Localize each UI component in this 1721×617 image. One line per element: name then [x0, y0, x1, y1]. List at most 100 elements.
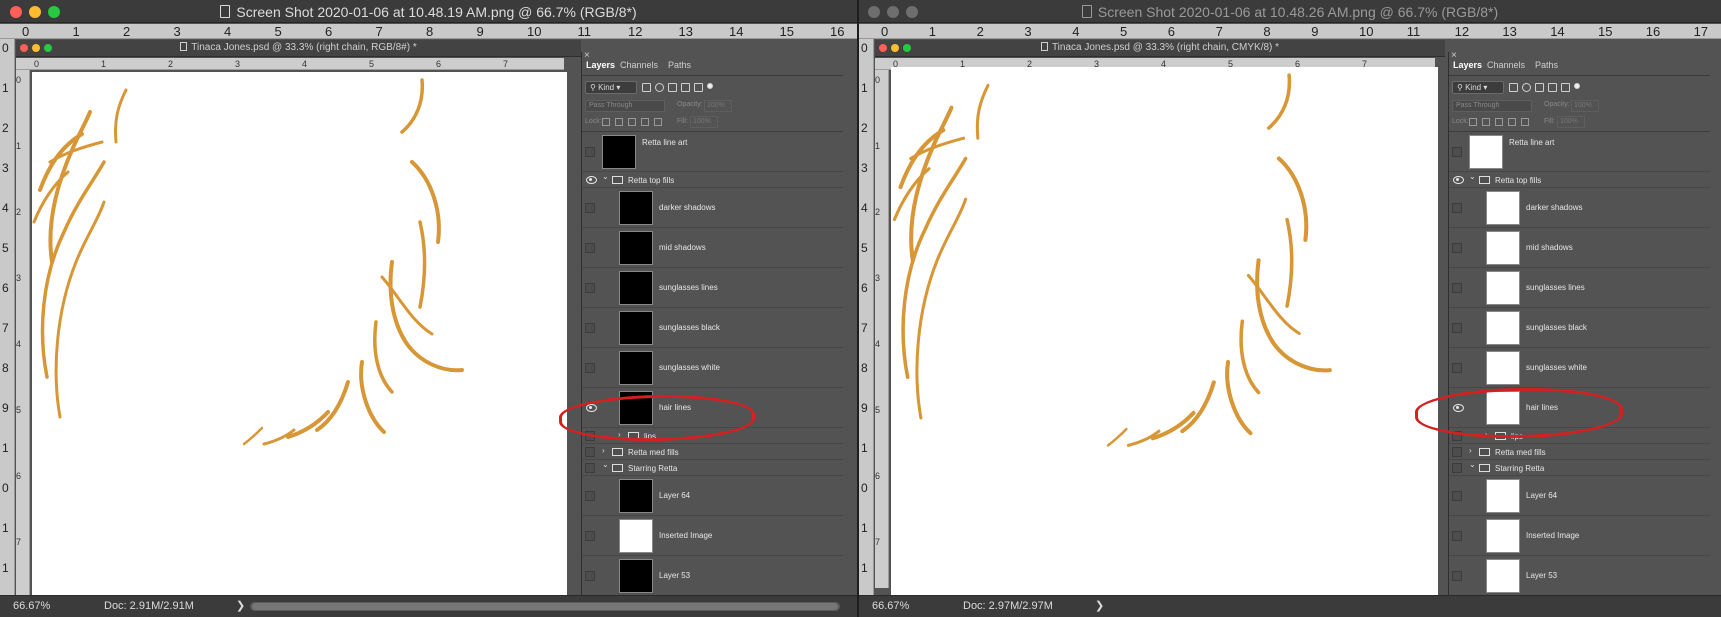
opacity-field[interactable]: 100%	[1571, 100, 1599, 112]
layer-thumbnail[interactable]	[602, 135, 636, 169]
layer-group-row[interactable]: › Retta med fills	[582, 444, 843, 460]
layer-thumbnail[interactable]	[619, 559, 653, 593]
visibility-toggle[interactable]	[585, 463, 595, 473]
visibility-toggle[interactable]	[585, 447, 595, 457]
adjustment-filter-icon[interactable]	[655, 83, 664, 92]
fill-field[interactable]: 100%	[1557, 116, 1585, 128]
visibility-toggle[interactable]	[585, 323, 595, 333]
chevron-right-icon[interactable]: ›	[1485, 430, 1488, 439]
chevron-down-icon[interactable]: ⌄	[1469, 172, 1476, 181]
chevron-down-icon[interactable]: ⌄	[1469, 460, 1476, 469]
filter-toggle-icon[interactable]	[707, 83, 713, 89]
type-filter-icon[interactable]	[668, 83, 677, 92]
canvas[interactable]	[32, 72, 567, 596]
visibility-toggle[interactable]	[585, 363, 595, 373]
visibility-toggle[interactable]	[585, 571, 595, 581]
lock-transparency-icon[interactable]	[1469, 118, 1477, 126]
layer-row[interactable]: hair lines	[582, 388, 843, 428]
chevron-right-icon[interactable]: ›	[618, 430, 621, 439]
shape-filter-icon[interactable]	[681, 83, 690, 92]
layer-row[interactable]: sunglasses black	[1449, 308, 1710, 348]
layer-group-row[interactable]: › Retta med fills	[1449, 444, 1710, 460]
visibility-toggle[interactable]	[1452, 531, 1462, 541]
kind-filter-dropdown[interactable]: ⚲ Kind ▾	[585, 81, 637, 94]
layer-row[interactable]: Retta line art	[1449, 132, 1710, 172]
visibility-toggle[interactable]	[585, 243, 595, 253]
blend-mode-dropdown[interactable]: Pass Through	[585, 100, 665, 112]
tab-layers[interactable]: Layers	[1453, 60, 1482, 70]
tab-layers[interactable]: Layers	[586, 60, 615, 70]
visibility-toggle[interactable]	[1452, 463, 1462, 473]
layer-thumbnail[interactable]	[1486, 391, 1520, 425]
layer-thumbnail[interactable]	[1486, 271, 1520, 305]
tab-paths[interactable]: Paths	[1535, 60, 1558, 70]
visibility-toggle[interactable]	[585, 431, 595, 441]
chevron-down-icon[interactable]: ⌄	[602, 460, 609, 469]
layer-thumbnail[interactable]	[1486, 191, 1520, 225]
layer-thumbnail[interactable]	[1486, 231, 1520, 265]
layer-thumbnail[interactable]	[1486, 519, 1520, 553]
canvas[interactable]	[891, 67, 1438, 600]
layer-row[interactable]: darker shadows	[1449, 188, 1710, 228]
eye-icon[interactable]	[1452, 175, 1465, 184]
layer-group-row[interactable]: › lips	[1449, 428, 1710, 444]
visibility-toggle[interactable]	[1452, 431, 1462, 441]
scrollbar-thumb[interactable]	[252, 603, 838, 610]
vertical-ruler[interactable]: 01234567891011	[859, 39, 874, 595]
visibility-toggle[interactable]	[585, 147, 595, 157]
layer-row[interactable]: mid shadows	[582, 228, 843, 268]
visibility-toggle[interactable]	[1452, 447, 1462, 457]
visibility-toggle[interactable]	[585, 283, 595, 293]
layer-row[interactable]: Layer 64	[1449, 476, 1710, 516]
fill-field[interactable]: 100%	[690, 116, 718, 128]
layer-group-row[interactable]: ⌄ Starring Retta	[1449, 460, 1710, 476]
layer-thumbnail[interactable]	[1469, 135, 1503, 169]
layer-group-row[interactable]: ⌄ Starring Retta	[582, 460, 843, 476]
visibility-toggle[interactable]	[585, 531, 595, 541]
visibility-toggle[interactable]	[1452, 147, 1462, 157]
layer-row[interactable]: mid shadows	[1449, 228, 1710, 268]
eye-icon[interactable]	[1452, 403, 1465, 412]
kind-filter-dropdown[interactable]: ⚲ Kind ▾	[1452, 81, 1504, 94]
lock-paint-icon[interactable]	[615, 118, 623, 126]
layer-row[interactable]: Inserted Image	[582, 516, 843, 556]
chevron-down-icon[interactable]: ⌄	[602, 172, 609, 181]
layer-row[interactable]: Inserted Image	[1449, 516, 1710, 556]
layer-thumbnail[interactable]	[619, 311, 653, 345]
layer-thumbnail[interactable]	[619, 191, 653, 225]
horizontal-scrollbar[interactable]	[250, 602, 840, 611]
smart-object-filter-icon[interactable]	[1561, 83, 1570, 92]
smart-object-filter-icon[interactable]	[694, 83, 703, 92]
document-horizontal-ruler[interactable]: 0 1 2 3 4 5 6 7	[16, 58, 564, 70]
zoom-level[interactable]: 66.67%	[13, 600, 50, 612]
layer-row[interactable]: Layer 53	[582, 556, 843, 595]
layer-group-row[interactable]: › lips	[582, 428, 843, 444]
layer-row[interactable]: sunglasses lines	[1449, 268, 1710, 308]
layer-row[interactable]: Retta line art	[582, 132, 843, 172]
document-vertical-ruler[interactable]: 0 1 2 3 4 5 6 7	[16, 70, 30, 595]
layer-thumbnail[interactable]	[1486, 559, 1520, 593]
horizontal-ruler[interactable]: 0 1 2 3 4 5 6 7 8 9 10 11 12 13 14 15 16 17	[859, 24, 1721, 39]
window-titlebar[interactable]: Screen Shot 2020-01-06 at 10.48.26 AM.pn…	[859, 0, 1721, 23]
layer-row[interactable]: sunglasses white	[582, 348, 843, 388]
lock-position-icon[interactable]	[1495, 118, 1503, 126]
tab-paths[interactable]: Paths	[668, 60, 691, 70]
layer-row[interactable]: hair lines	[1449, 388, 1710, 428]
lock-artboard-icon[interactable]	[1508, 118, 1516, 126]
layer-thumbnail[interactable]	[619, 231, 653, 265]
visibility-toggle[interactable]	[585, 491, 595, 501]
layer-thumbnail[interactable]	[619, 519, 653, 553]
layer-row[interactable]: Layer 64	[582, 476, 843, 516]
eye-icon[interactable]	[585, 175, 598, 184]
visibility-toggle[interactable]	[1452, 363, 1462, 373]
eye-icon[interactable]	[585, 403, 598, 412]
visibility-toggle[interactable]	[585, 203, 595, 213]
blend-mode-dropdown[interactable]: Pass Through	[1452, 100, 1532, 112]
lock-paint-icon[interactable]	[1482, 118, 1490, 126]
layer-thumbnail[interactable]	[619, 391, 653, 425]
tab-channels[interactable]: Channels	[620, 60, 658, 70]
pixel-filter-icon[interactable]	[642, 83, 651, 92]
vertical-ruler[interactable]: 01234567891011	[0, 39, 15, 595]
document-tab[interactable]: Tinaca Jones.psd @ 33.3% (right chain, C…	[875, 40, 1445, 57]
layer-row[interactable]: sunglasses white	[1449, 348, 1710, 388]
